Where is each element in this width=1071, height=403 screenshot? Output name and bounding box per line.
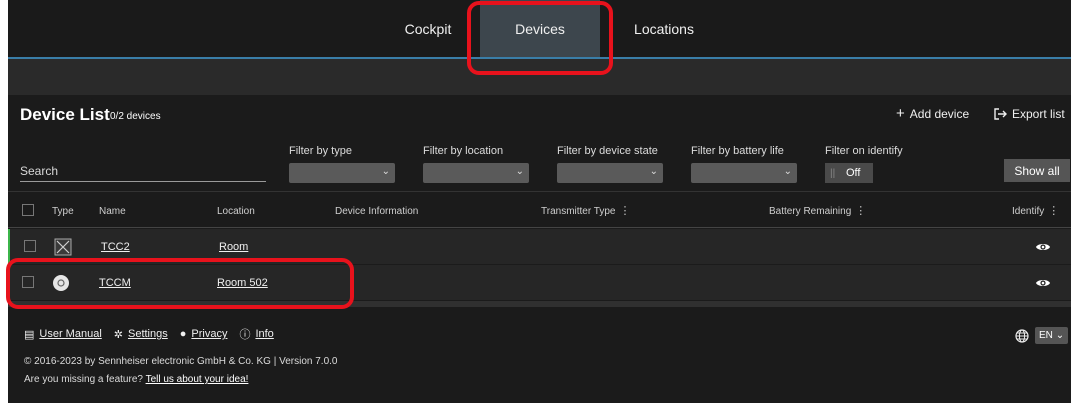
row-location[interactable]: Room 502 [217, 277, 268, 289]
language-selector[interactable]: EN ⌄ [1015, 327, 1069, 344]
filter-state-label: Filter by device state [557, 145, 658, 157]
globe-icon [1015, 328, 1029, 343]
filter-battery-label: Filter by battery life [691, 145, 784, 157]
person-icon: ● [179, 328, 187, 340]
show-all-button[interactable]: Show all [1004, 159, 1070, 182]
info-label: Info [255, 328, 274, 340]
chevron-down-icon: ⌄ [649, 166, 658, 177]
user-manual-label: User Manual [39, 328, 102, 340]
feature-request-link[interactable]: Tell us about your idea! [146, 374, 249, 385]
col-transmitter-label[interactable]: Transmitter Type [541, 206, 615, 217]
col-location[interactable]: Location [217, 206, 255, 217]
footer-links: ▤ User Manual ✲ Settings ● Privacy ⓘ Inf… [24, 326, 274, 342]
chevron-down-icon: ⌄ [381, 166, 390, 177]
tab-locations[interactable]: Locations [604, 0, 724, 57]
filter-identify: Filter on identify || Off [825, 145, 931, 183]
info-link[interactable]: ⓘ Info [239, 326, 273, 342]
privacy-link[interactable]: ● Privacy [180, 326, 228, 342]
filter-type-label: Filter by type [289, 145, 352, 157]
privacy-label: Privacy [191, 328, 228, 340]
settings-link[interactable]: ✲ Settings [114, 326, 168, 342]
feature-request-text: Are you missing a feature? [24, 374, 143, 385]
add-device-label: Add device [909, 107, 970, 121]
device-count: 0/2 devices [110, 111, 161, 122]
select-all-checkbox[interactable] [22, 204, 34, 216]
plus-icon: + [896, 105, 905, 122]
col-transmitter-type: Transmitter Type ⋮ [541, 204, 630, 217]
col-identify-label[interactable]: Identify [1012, 206, 1044, 217]
col-battery-remaining: Battery Remaining ⋮ [769, 204, 866, 217]
filter-battery: Filter by battery life ⌄ [691, 145, 797, 183]
settings-label: Settings [127, 328, 168, 340]
kebab-icon[interactable]: ⋮ [855, 205, 866, 217]
x-box-icon [54, 238, 72, 256]
col-identify: Identify ⋮ [1012, 204, 1059, 217]
add-device-button[interactable]: + Add device [896, 105, 970, 122]
page-title: Device List [20, 105, 110, 124]
gear-icon: ✲ [113, 328, 123, 341]
filter-location-select[interactable]: ⌄ [423, 163, 529, 183]
chevron-down-icon: ⌄ [515, 166, 524, 177]
language-select[interactable]: EN ⌄ [1035, 327, 1069, 344]
filter-identify-label: Filter on identify [825, 145, 903, 157]
col-device-information[interactable]: Device Information [335, 206, 418, 217]
filter-type-select[interactable]: ⌄ [289, 163, 395, 183]
filter-location-label: Filter by location [423, 145, 504, 157]
sub-bar [8, 59, 1071, 95]
table-header: Type Name Location Device Information Tr… [8, 193, 1071, 228]
filter-type: Filter by type ⌄ [289, 145, 395, 183]
col-name[interactable]: Name [99, 206, 126, 217]
row-name[interactable]: TCC2 [101, 241, 130, 253]
export-list-button[interactable]: Export list [994, 107, 1065, 121]
row-checkbox[interactable] [22, 276, 34, 288]
feature-request: Are you missing a feature? Tell us about… [24, 374, 248, 385]
top-nav: Cockpit Devices Locations [8, 0, 1071, 59]
chevron-down-icon: ⌄ [1055, 330, 1065, 341]
toggle-handle-icon: || [830, 167, 836, 179]
tab-cockpit[interactable]: Cockpit [380, 0, 476, 57]
disc-icon [53, 275, 69, 291]
row-location[interactable]: Room [219, 241, 248, 253]
chevron-down-icon: ⌄ [783, 166, 792, 177]
export-icon [994, 108, 1007, 120]
filter-state-select[interactable]: ⌄ [557, 163, 663, 183]
search-input[interactable]: Search [20, 162, 266, 182]
info-icon: ⓘ [239, 329, 251, 341]
footer: ▤ User Manual ✲ Settings ● Privacy ⓘ Inf… [8, 307, 1071, 403]
filter-battery-select[interactable]: ⌄ [691, 163, 797, 183]
identify-toggle[interactable]: || Off [825, 163, 873, 183]
language-value: EN [1039, 330, 1053, 341]
identify-toggle-value: Off [846, 167, 861, 179]
tab-devices[interactable]: Devices [480, 0, 600, 57]
document-icon: ▤ [24, 328, 35, 341]
row-name[interactable]: TCCM [99, 277, 131, 289]
kebab-icon[interactable]: ⋮ [619, 205, 630, 217]
user-manual-link[interactable]: ▤ User Manual [24, 326, 102, 342]
eye-icon[interactable] [1035, 275, 1051, 291]
copyright-text: © 2016-2023 by Sennheiser electronic Gmb… [24, 356, 338, 367]
filter-location: Filter by location ⌄ [423, 145, 529, 183]
col-battery-label[interactable]: Battery Remaining [769, 206, 851, 217]
col-type[interactable]: Type [52, 206, 74, 217]
table-row[interactable]: TCC2 Room [8, 229, 1071, 265]
filter-state: Filter by device state ⌄ [557, 145, 663, 183]
list-header: Device List 0/2 devices + Add device Exp… [8, 95, 1071, 135]
eye-icon[interactable] [1035, 239, 1051, 255]
row-checkbox[interactable] [24, 240, 36, 252]
export-list-label: Export list [1012, 107, 1065, 121]
app: Cockpit Devices Locations Device List 0/… [8, 0, 1071, 403]
table-row[interactable]: TCCM Room 502 [8, 265, 1071, 301]
kebab-icon[interactable]: ⋮ [1048, 205, 1059, 217]
filter-bar: Search Filter by type ⌄ Filter by locati… [8, 135, 1071, 192]
